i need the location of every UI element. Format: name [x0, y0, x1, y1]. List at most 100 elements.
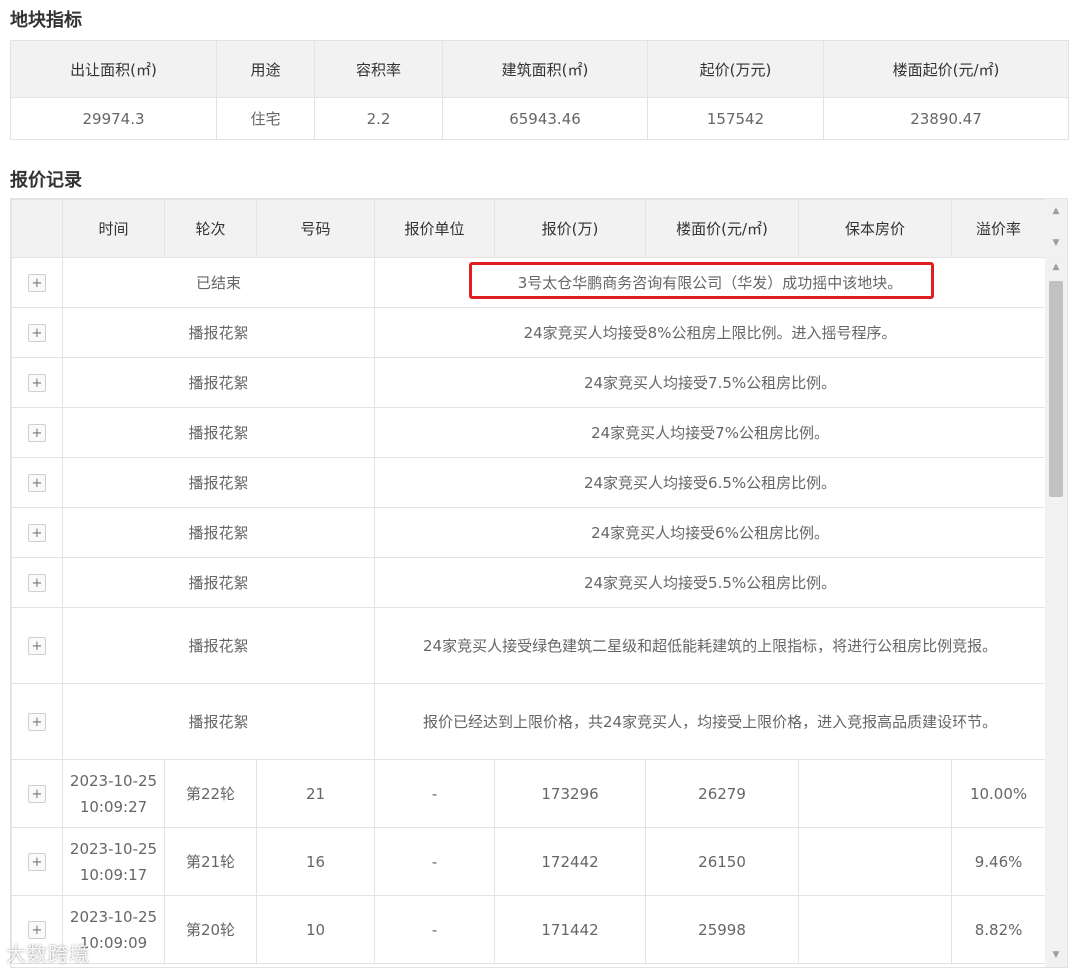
header-cell: 容积率 [314, 40, 443, 98]
bid-number: 21 [255, 759, 376, 828]
watermark: 大数跨境 [6, 942, 90, 966]
expand-icon[interactable]: + [28, 524, 46, 542]
scroll-up-icon[interactable]: ▲ [1045, 259, 1067, 275]
bid-row: + 2023-10-25 10:09:17 第21轮 16 - 172442 26… [11, 827, 1047, 896]
note-text: 24家竞买人均接受6%公租房比例。 [374, 507, 1047, 558]
note-text: 3号太仓华鹏商务咨询有限公司（华发）成功摇中该地块。 [374, 257, 1047, 308]
expand-cell: + [11, 759, 63, 828]
note-text: 24家竞买人均接受7%公租房比例。 [374, 407, 1047, 458]
plot-table-header: 出让面积(㎡) 用途 容积率 建筑面积(㎡) 起价(万元) 楼面起价(元/㎡) [10, 40, 1069, 98]
note-row: + 播报花絮 24家竞买人均接受6.5%公租房比例。 [11, 457, 1047, 508]
table-cell: 2.2 [314, 97, 443, 140]
header-cell [11, 199, 63, 258]
scroll-up-icon[interactable]: ▲ [1045, 203, 1067, 219]
round-status: 已结束 [61, 257, 376, 308]
expand-icon[interactable]: + [28, 424, 46, 442]
bid-premium: 9.46% [951, 827, 1047, 896]
table-cell: 65943.46 [442, 97, 648, 140]
bid-number: 16 [255, 827, 376, 896]
round-status: 播报花絮 [61, 507, 376, 558]
note-text: 24家竞买人均接受6.5%公租房比例。 [374, 457, 1047, 508]
expand-cell: + [11, 257, 63, 308]
header-cell-number[interactable]: 号码 [256, 199, 375, 258]
bid-number: 10 [255, 895, 376, 964]
table-cell: 23890.47 [823, 97, 1069, 140]
bid-unit: - [374, 827, 496, 896]
header-cell-unit[interactable]: 报价单位 [374, 199, 495, 258]
expand-cell: + [11, 457, 63, 508]
header-cell-breakeven[interactable]: 保本房价 [798, 199, 952, 258]
expand-icon[interactable]: + [28, 324, 46, 342]
expand-icon[interactable]: + [28, 474, 46, 492]
bid-row: + 2023-10-25 10:09:27 第22轮 21 - 173296 26… [11, 759, 1047, 828]
header-cell-price[interactable]: 报价(万) [494, 199, 646, 258]
bid-round: 第22轮 [164, 759, 257, 828]
expand-cell: + [11, 407, 63, 458]
note-text: 24家竞买人均接受5.5%公租房比例。 [374, 557, 1047, 608]
round-status: 播报花絮 [61, 557, 376, 608]
note-row: + 播报花絮 24家竞买人均接受6%公租房比例。 [11, 507, 1047, 558]
bid-premium: 8.82% [951, 895, 1047, 964]
bid-premium: 10.00% [951, 759, 1047, 828]
bid-price: 172442 [494, 827, 647, 896]
bid-date: 2023-10-25 [69, 771, 158, 790]
header-cell: 用途 [216, 40, 315, 98]
expand-icon[interactable]: + [28, 574, 46, 592]
expand-cell: + [11, 607, 63, 684]
note-row: + 播报花絮 24家竞买人均接受7.5%公租房比例。 [11, 357, 1047, 408]
header-scrollbar[interactable]: ▲ ▼ [1045, 199, 1067, 257]
header-cell-floor-price[interactable]: 楼面价(元/㎡) [645, 199, 799, 258]
table-cell: 157542 [647, 97, 824, 140]
header-cell: 楼面起价(元/㎡) [823, 40, 1069, 98]
expand-cell: + [11, 307, 63, 358]
bid-round: 第21轮 [164, 827, 257, 896]
round-status: 播报花絮 [61, 683, 376, 760]
expand-icon[interactable]: + [28, 853, 46, 871]
bid-floor-price: 26279 [645, 759, 800, 828]
scroll-down-icon[interactable]: ▼ [1045, 235, 1067, 251]
bid-table-body: + 已结束 3号太仓华鹏商务咨询有限公司（华发）成功摇中该地块。 + 播报花絮 … [11, 257, 1047, 964]
expand-icon[interactable]: + [28, 274, 46, 292]
note-row: + 已结束 3号太仓华鹏商务咨询有限公司（华发）成功摇中该地块。 [11, 257, 1047, 308]
header-cell-round[interactable]: 轮次 [164, 199, 257, 258]
bid-table-header: 时间 轮次 号码 报价单位 报价(万) 楼面价(元/㎡) 保本房价 溢价率 [11, 199, 1046, 258]
bid-record-grid: 时间 轮次 号码 报价单位 报价(万) 楼面价(元/㎡) 保本房价 溢价率 + … [10, 198, 1068, 968]
table-cell: 住宅 [216, 97, 315, 140]
expand-icon[interactable]: + [28, 713, 46, 731]
bid-unit: - [374, 759, 496, 828]
note-row: + 播报花絮 24家竞买人均接受5.5%公租房比例。 [11, 557, 1047, 608]
note-text: 24家竞买人接受绿色建筑二星级和超低能耗建筑的上限指标，将进行公租房比例竞报。 [374, 607, 1047, 684]
note-text: 报价已经达到上限价格，共24家竞买人，均接受上限价格，进入竞报高品质建设环节。 [374, 683, 1047, 760]
note-row: + 播报花絮 24家竞买人接受绿色建筑二星级和超低能耗建筑的上限指标，将进行公租… [11, 607, 1047, 684]
bid-clock: 10:09:27 [79, 797, 148, 816]
expand-icon[interactable]: + [28, 921, 46, 939]
header-cell-premium[interactable]: 溢价率 [951, 199, 1046, 258]
bid-breakeven [798, 827, 953, 896]
expand-cell: + [11, 683, 63, 760]
bid-clock: 10:09:17 [79, 865, 148, 884]
note-text: 24家竞买人均接受7.5%公租房比例。 [374, 357, 1047, 408]
expand-icon[interactable]: + [28, 785, 46, 803]
bid-floor-price: 26150 [645, 827, 800, 896]
bid-round: 第20轮 [164, 895, 257, 964]
bid-breakeven [798, 759, 953, 828]
expand-icon[interactable]: + [28, 374, 46, 392]
scrollbar-thumb[interactable] [1049, 281, 1063, 497]
body-scrollbar[interactable]: ▲ ▼ [1045, 257, 1067, 967]
bid-time: 2023-10-25 10:09:17 [62, 827, 165, 896]
expand-cell: + [11, 357, 63, 408]
plot-table-row: 29974.3 住宅 2.2 65943.46 157542 23890.47 [10, 97, 1069, 140]
bid-date: 2023-10-25 [69, 839, 158, 858]
expand-cell: + [11, 557, 63, 608]
note-row: + 播报花絮 报价已经达到上限价格，共24家竞买人，均接受上限价格，进入竞报高品… [11, 683, 1047, 760]
bid-date: 2023-10-25 [69, 907, 158, 926]
header-cell-time[interactable]: 时间 [62, 199, 165, 258]
table-cell: 29974.3 [10, 97, 217, 140]
bid-row: + 2023-10-25 10:09:09 第20轮 10 - 171442 25… [11, 895, 1047, 964]
round-status: 播报花絮 [61, 357, 376, 408]
expand-icon[interactable]: + [28, 637, 46, 655]
scroll-down-icon[interactable]: ▼ [1045, 947, 1067, 963]
bid-floor-price: 25998 [645, 895, 800, 964]
bid-breakeven [798, 895, 953, 964]
header-cell: 出让面积(㎡) [10, 40, 217, 98]
